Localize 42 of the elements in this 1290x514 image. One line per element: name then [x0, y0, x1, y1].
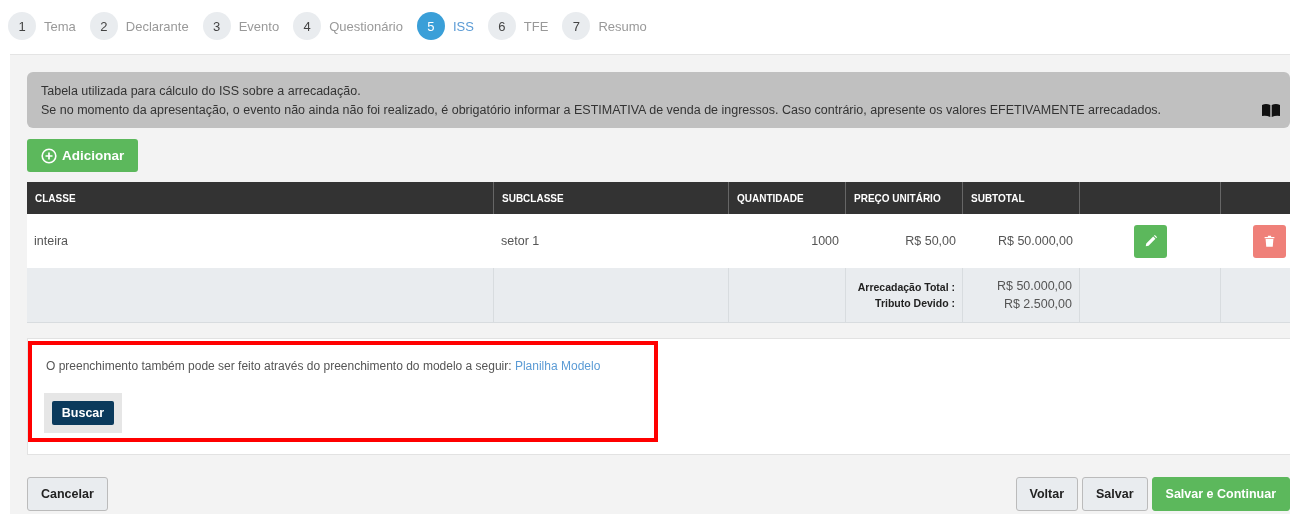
step-number: 6 [487, 12, 516, 40]
wizard-step[interactable]: 7 Resumo [562, 10, 647, 42]
total-value: R$ 50.000,00 [996, 279, 1072, 293]
table-cell-text: R$ 50.000,00 [996, 233, 1074, 250]
step-number: 7 [562, 12, 591, 40]
step-label: TFE [523, 18, 549, 34]
step-label: Questionário [329, 18, 403, 34]
step-number: 3 [202, 12, 231, 40]
wizard-step[interactable]: 2 Declarante [89, 10, 189, 42]
table-cell-text: setor 1 [500, 233, 541, 250]
pencil-icon [1143, 234, 1158, 248]
edit-button[interactable] [1134, 224, 1167, 258]
total-label: Arrecadação Total : [857, 281, 955, 293]
delete-button[interactable] [1252, 224, 1286, 258]
table-cell-text: R$ 50,00 [904, 233, 957, 250]
book-icon [1262, 103, 1280, 117]
total-label: Tributo Devido : [875, 297, 955, 309]
info-text: Se no momento da apresentação, o evento não ainda não foi realizado, é obrigatório informar a ESTIMATIVA de venda de ingressos. Caso contrário, apresente os valores EFETIVAMENTE arrecadados. [41, 102, 1162, 119]
wizard-step[interactable]: 3 Evento [202, 10, 280, 42]
trash-icon [1262, 234, 1276, 248]
info-text: Tabela utilizada para cálculo do ISS sobre a arrecadação. [41, 83, 362, 100]
cancel-button[interactable]: Cancelar [27, 477, 108, 511]
footer-button[interactable]: Voltar [1015, 477, 1078, 511]
wizard-step[interactable]: 4 Questionário [293, 10, 403, 42]
step-number: 4 [293, 12, 322, 40]
plus-circle-icon [41, 147, 57, 164]
step-label: ISS [452, 18, 474, 34]
total-value: R$ 2.500,00 [1003, 297, 1072, 311]
wizard-step[interactable]: 6 TFE [487, 10, 549, 42]
step-label: Tema [44, 18, 76, 34]
step-label: Evento [238, 18, 280, 34]
search-button[interactable]: Buscar [51, 401, 115, 425]
template-note: O preenchimento também pode ser feito através do preenchimento do modelo a seguir: Planilha Modelo [46, 359, 602, 373]
footer-button[interactable]: Salvar [1082, 477, 1148, 511]
step-number: 1 [8, 12, 36, 40]
wizard-step[interactable]: 1 Tema [8, 10, 76, 42]
step-number: 5 [416, 12, 445, 40]
step-label: Declarante [125, 18, 189, 34]
step-number: 2 [89, 12, 118, 40]
table-cell-text: 1000 [810, 233, 840, 250]
step-label: Resumo [598, 18, 647, 34]
table-cell-text: inteira [33, 233, 70, 250]
